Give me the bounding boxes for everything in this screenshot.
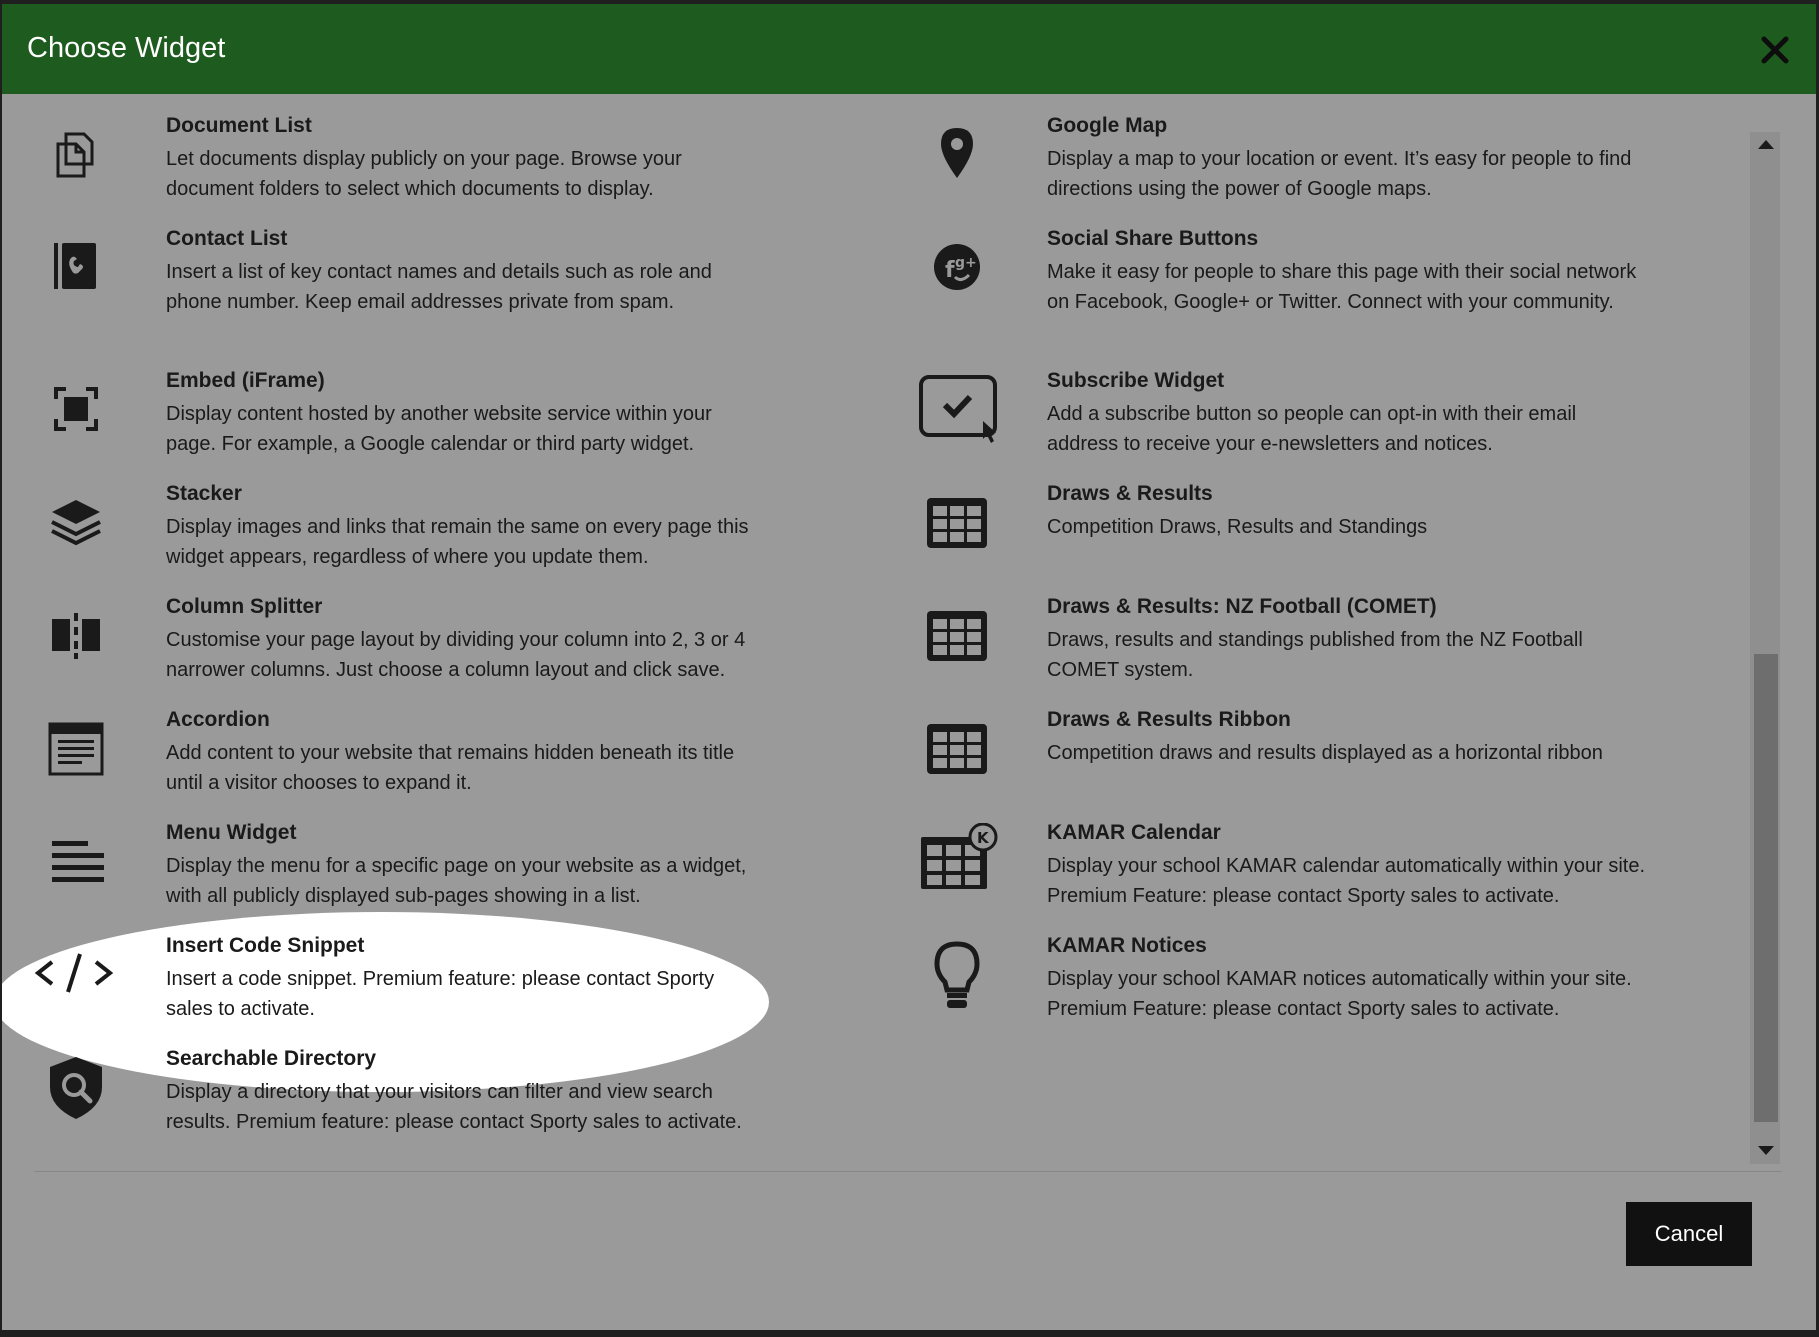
column-split-icon [46, 605, 146, 685]
widget-description: Display the menu for a specific page on … [166, 855, 747, 907]
widget-title: Google Map [1047, 114, 1168, 137]
embed-frame-icon [46, 379, 146, 459]
widget-description: Display images and links that remain the… [166, 516, 749, 568]
layers-icon [46, 492, 146, 572]
widget-title: KAMAR Calendar [1047, 821, 1221, 844]
widget-title: Contact List [166, 227, 288, 250]
widget-description: Display a directory that your visitors c… [166, 1081, 742, 1133]
widget-description: Insert a code snippet. Premium feature: … [166, 968, 715, 1020]
svg-text:g+: g+ [955, 255, 977, 271]
widget-title: Draws & Results [1047, 482, 1213, 505]
contact-book-icon [46, 237, 146, 317]
widget-title: Menu Widget [166, 821, 297, 844]
widget-title: Draws & Results Ribbon [1047, 708, 1291, 731]
kamar-calendar-icon: K [917, 823, 1017, 903]
dialog-title: Choose Widget [27, 32, 226, 64]
widget-description: Insert a list of key contact names and d… [166, 261, 712, 313]
widget-title: Accordion [166, 708, 270, 731]
scroll-up-arrow-icon[interactable] [1758, 140, 1774, 149]
map-pin-icon [927, 124, 1027, 204]
close-icon [1761, 36, 1789, 64]
svg-text:K: K [977, 829, 990, 847]
grid-table-icon [925, 494, 1025, 574]
widget-description: Customise your page layout by dividing y… [166, 629, 746, 681]
grid-table-icon [925, 607, 1025, 687]
widget-description: Display your school KAMAR notices automa… [1047, 968, 1632, 1020]
subscribe-check-icon [917, 373, 1017, 453]
footer-divider [34, 1171, 1782, 1172]
widget-description: Competition Draws, Results and Standings [1047, 516, 1428, 538]
widget-description: Competition draws and results displayed … [1047, 742, 1603, 764]
widget-title: Subscribe Widget [1047, 369, 1225, 392]
widget-title: Stacker [166, 482, 242, 505]
widget-title: Social Share Buttons [1047, 227, 1259, 250]
choose-widget-dialog: Choose Widget Document List Let document… [2, 4, 1816, 1330]
dialog-header: Choose Widget [2, 4, 1816, 94]
scroll-down-arrow-icon[interactable] [1758, 1146, 1774, 1155]
menu-lines-icon [46, 833, 146, 913]
grid-table-icon [925, 720, 1025, 800]
social-share-icon: f g+ [927, 237, 1027, 317]
widget-list: Document List Let documents display publ… [2, 94, 1816, 1172]
widget-title: Column Splitter [166, 595, 323, 618]
widget-description: Let documents display publicly on your p… [166, 148, 682, 200]
widget-description: Display your school KAMAR calendar autom… [1047, 855, 1646, 907]
cancel-button[interactable]: Cancel [1626, 1202, 1752, 1266]
widget-description: Draws, results and standings published f… [1047, 629, 1583, 681]
widget-title: Document List [166, 114, 312, 137]
code-icon [34, 948, 134, 1028]
widget-title: Insert Code Snippet [166, 934, 365, 957]
lightbulb-icon [927, 938, 1027, 1018]
scrollbar-thumb[interactable] [1754, 654, 1778, 1122]
accordion-icon [46, 718, 146, 798]
widget-description: Display a map to your location or event.… [1047, 148, 1632, 200]
close-button[interactable] [1759, 34, 1791, 66]
widget-title: Embed (iFrame) [166, 369, 325, 392]
svg-text:f: f [945, 258, 955, 283]
widget-title: Draws & Results: NZ Football (COMET) [1047, 595, 1437, 618]
widget-description: Add a subscribe button so people can opt… [1047, 403, 1577, 455]
widget-title: Searchable Directory [166, 1047, 377, 1070]
widget-title: KAMAR Notices [1047, 934, 1207, 957]
widget-description: Make it easy for people to share this pa… [1047, 261, 1637, 313]
widget-description: Add content to your website that remains… [166, 742, 735, 794]
widget-description: Display content hosted by another websit… [166, 403, 712, 455]
search-shield-icon [46, 1053, 146, 1133]
documents-icon [46, 126, 146, 206]
